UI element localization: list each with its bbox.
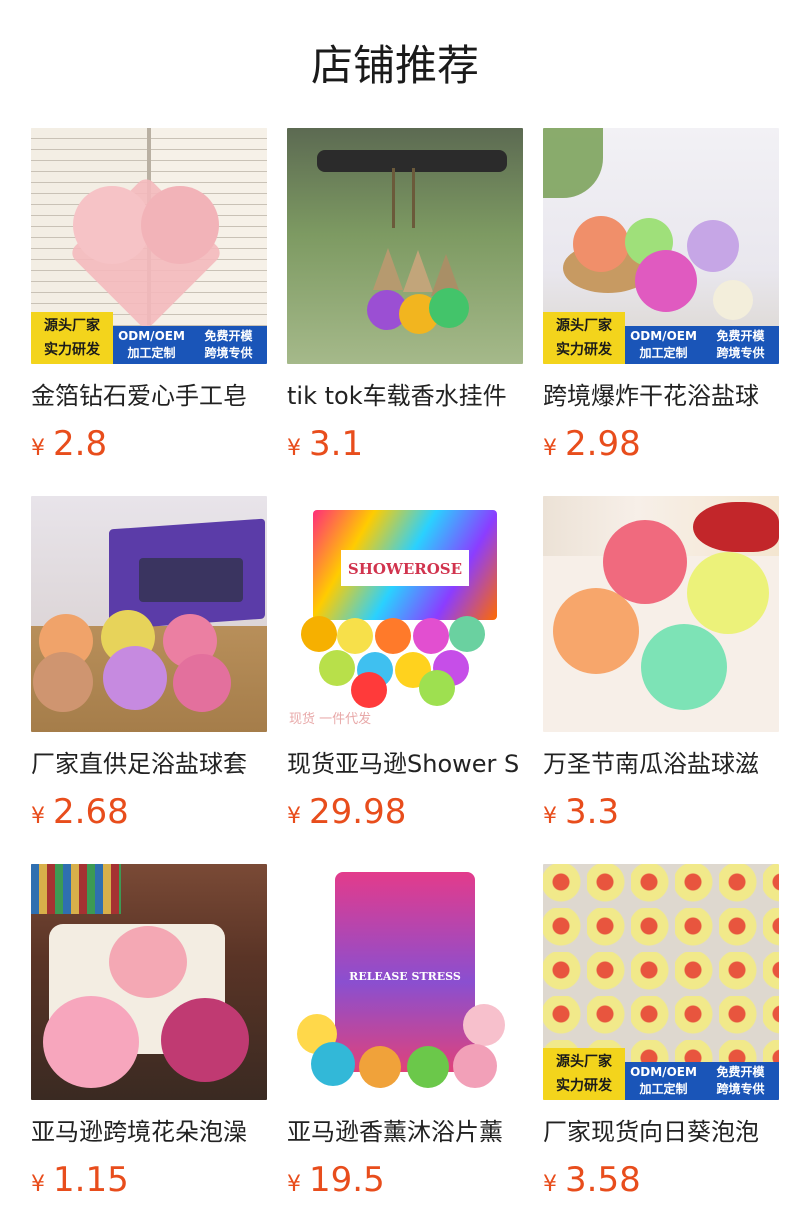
- product-card[interactable]: 厂家直供足浴盐球套 ¥2.68: [31, 496, 267, 834]
- product-card[interactable]: RELEASE STRESS 亚马逊香薰沐浴片薰 ¥19.5: [287, 864, 523, 1202]
- promo-banner: 源头厂家实力研发 ODM/OEM 加工定制 免费开模跨境专供: [543, 1048, 779, 1100]
- currency-symbol: ¥: [31, 804, 45, 829]
- price-value: 2.98: [565, 424, 641, 464]
- banner-text: 免费开模: [716, 329, 765, 343]
- banner-text: ODM/OEM: [118, 329, 185, 343]
- product-image[interactable]: 源头厂家实力研发 ODM/OEM 加工定制 免费开模跨境专供: [543, 128, 779, 364]
- product-image[interactable]: SHOWEROSE 现货 一件代发: [287, 496, 523, 732]
- product-card[interactable]: 源头厂家 实力研发 ODM/OEM 加工定制 免费开模 跨境专供 金箔钻石爱心手工皂 …: [31, 128, 267, 466]
- product-image[interactable]: 源头厂家实力研发 ODM/OEM 加工定制 免费开模跨境专供: [31, 128, 267, 364]
- banner-text: 加工定制: [127, 346, 176, 360]
- product-image[interactable]: [31, 864, 267, 1100]
- banner-text: 免费开模: [716, 1065, 765, 1079]
- price-value: 3.3: [565, 792, 620, 832]
- product-name[interactable]: 万圣节南瓜浴盐球滋: [543, 748, 779, 780]
- product-price: ¥2.8: [31, 422, 267, 466]
- product-price: ¥19.5: [287, 1158, 523, 1202]
- product-name[interactable]: 跨境爆炸干花浴盐球: [543, 380, 779, 412]
- banner-text: 源头厂家: [44, 318, 100, 334]
- product-image[interactable]: RELEASE STRESS: [287, 864, 523, 1100]
- banner-text: 实力研发: [44, 342, 100, 358]
- product-price: ¥29.98: [287, 790, 523, 834]
- product-name[interactable]: 厂家直供足浴盐球套: [31, 748, 267, 780]
- product-card[interactable]: SHOWEROSE 现货 一件代发 现货亚马逊Shower S ¥29.98: [287, 496, 523, 834]
- banner-text: 跨境专供: [716, 346, 765, 360]
- price-value: 2.68: [53, 792, 129, 832]
- product-name[interactable]: 金箔钻石爱心手工皂: [31, 380, 267, 412]
- banner-text: 跨境专供: [716, 1082, 765, 1096]
- currency-symbol: ¥: [287, 1172, 301, 1197]
- product-name[interactable]: tik tok车载香水挂件: [287, 380, 523, 412]
- price-value: 19.5: [309, 1160, 385, 1200]
- currency-symbol: ¥: [287, 804, 301, 829]
- product-card[interactable]: 源头厂家 实力研发 ODM/OEM 加工定制 免费开模 跨境专供 厂家现货向日葵泡泡 …: [543, 864, 779, 1202]
- price-value: 29.98: [309, 792, 407, 832]
- product-name[interactable]: 亚马逊跨境花朵泡澡: [31, 1116, 267, 1148]
- product-price: ¥3.3: [543, 790, 779, 834]
- watermark-text: 现货 一件代发: [289, 712, 372, 727]
- banner-text: ODM/OEM: [630, 329, 697, 343]
- currency-symbol: ¥: [31, 436, 45, 461]
- product-price: ¥3.58: [543, 1158, 779, 1202]
- product-card[interactable]: 万圣节南瓜浴盐球滋 ¥3.3: [543, 496, 779, 834]
- banner-text: 源头厂家: [556, 318, 612, 334]
- product-name[interactable]: 亚马逊香薰沐浴片薰: [287, 1116, 523, 1148]
- product-card[interactable]: 亚马逊跨境花朵泡澡 ¥1.15: [31, 864, 267, 1202]
- product-name[interactable]: 厂家现货向日葵泡泡: [543, 1116, 779, 1148]
- price-value: 3.58: [565, 1160, 641, 1200]
- currency-symbol: ¥: [543, 804, 557, 829]
- promo-banner: 源头厂家实力研发 ODM/OEM 加工定制 免费开模跨境专供: [31, 312, 267, 364]
- banner-text: 加工定制: [639, 346, 688, 360]
- product-price: ¥2.98: [543, 422, 779, 466]
- price-value: 3.1: [309, 424, 364, 464]
- product-price: ¥3.1: [287, 422, 523, 466]
- product-image[interactable]: [543, 496, 779, 732]
- banner-text: 实力研发: [556, 342, 612, 358]
- currency-symbol: ¥: [543, 1172, 557, 1197]
- promo-banner: 源头厂家实力研发 ODM/OEM 加工定制 免费开模跨境专供: [543, 312, 779, 364]
- page-title: 店铺推荐: [310, 41, 479, 90]
- banner-text: 跨境专供: [204, 346, 253, 360]
- banner-text: 源头厂家: [556, 1054, 612, 1070]
- product-name[interactable]: 现货亚马逊Shower S: [287, 748, 523, 780]
- banner-text: 实力研发: [556, 1078, 612, 1094]
- price-value: 2.8: [53, 424, 108, 464]
- banner-text: ODM/OEM: [630, 1065, 697, 1079]
- currency-symbol: ¥: [543, 436, 557, 461]
- product-price: ¥2.68: [31, 790, 267, 834]
- product-card[interactable]: tik tok车载香水挂件 ¥3.1: [287, 128, 523, 466]
- product-image[interactable]: 源头厂家实力研发 ODM/OEM 加工定制 免费开模跨境专供: [543, 864, 779, 1100]
- banner-text: 免费开模: [204, 329, 253, 343]
- product-card[interactable]: 源头厂家 实力研发 ODM/OEM 加工定制 免费开模 跨境专供 跨境爆炸干花浴盐球 …: [543, 128, 779, 466]
- product-image[interactable]: [287, 128, 523, 364]
- pouch-text: RELEASE STRESS: [349, 970, 461, 983]
- banner-text: 加工定制: [639, 1082, 688, 1096]
- currency-symbol: ¥: [287, 436, 301, 461]
- currency-symbol: ¥: [31, 1172, 45, 1197]
- price-value: 1.15: [53, 1160, 129, 1200]
- product-image[interactable]: [31, 496, 267, 732]
- product-price: ¥1.15: [31, 1158, 267, 1202]
